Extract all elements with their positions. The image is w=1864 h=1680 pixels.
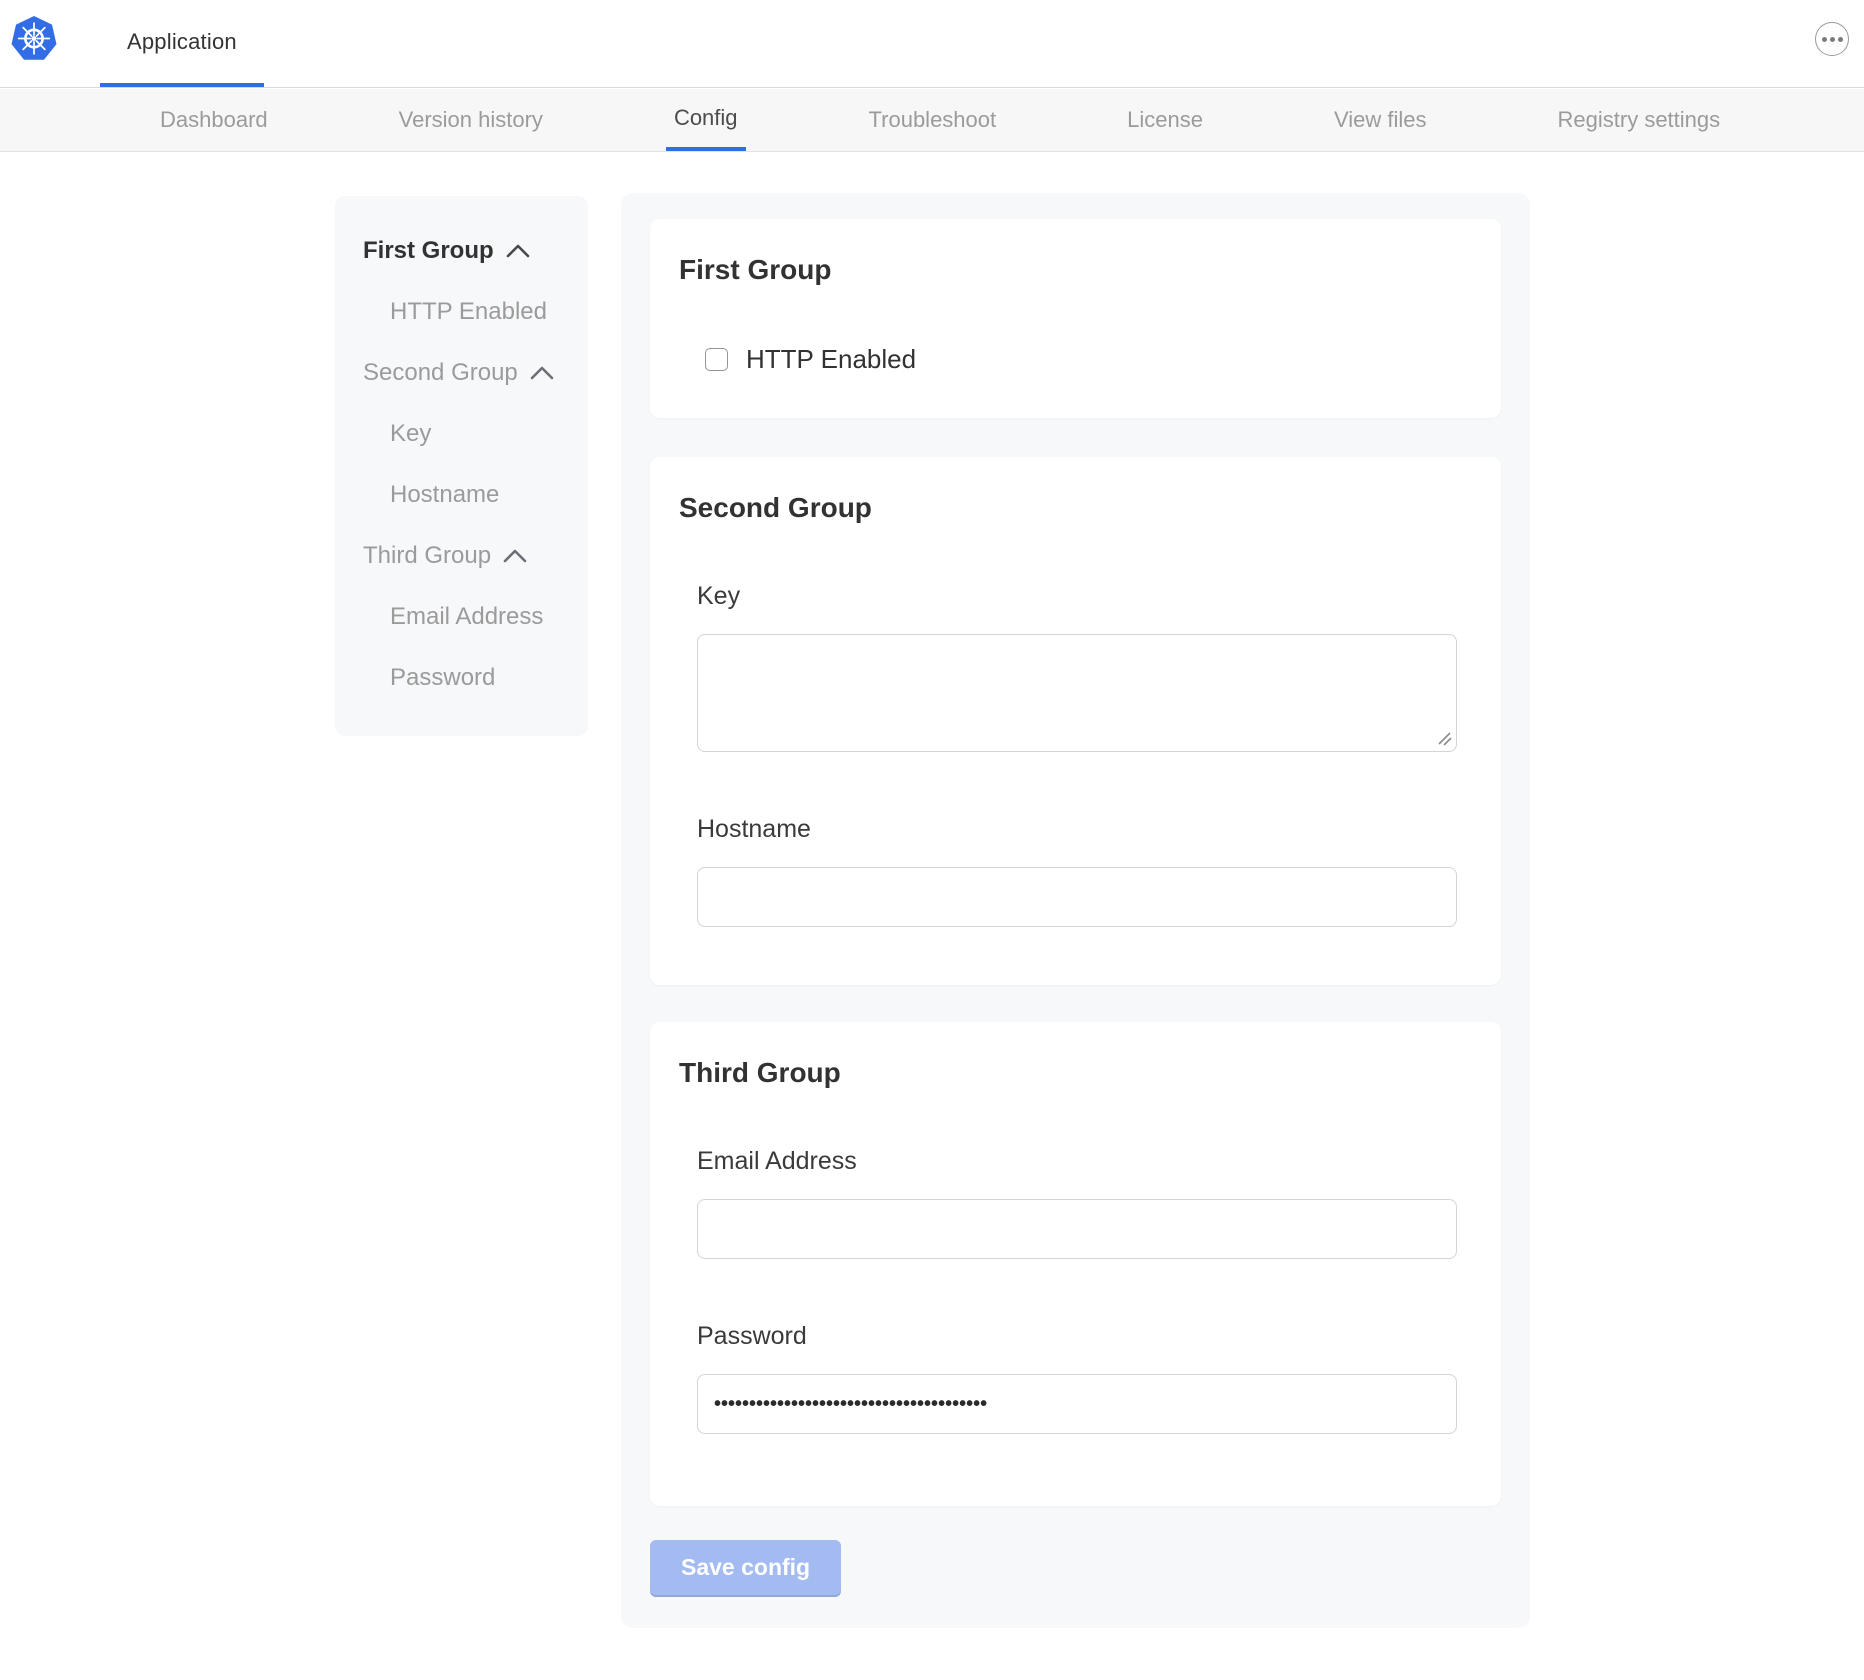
config-sidebar: First Group HTTP Enabled Second Group Ke… (335, 196, 588, 736)
save-config-button[interactable]: Save config (650, 1540, 841, 1595)
top-header: Application (0, 0, 1864, 88)
sidebar-group-first-group[interactable]: First Group (335, 220, 588, 281)
chevron-up-icon (503, 548, 527, 564)
http-enabled-checkbox[interactable] (705, 348, 728, 371)
hostname-input[interactable] (697, 867, 1457, 927)
group-title: Second Group (679, 491, 1457, 525)
hostname-label: Hostname (697, 814, 1457, 845)
checkbox-label[interactable]: HTTP Enabled (746, 344, 916, 375)
config-group-second: Second Group Key Hostname (650, 457, 1501, 985)
config-group-first: First Group HTTP Enabled (650, 219, 1501, 418)
sidebar-item-password[interactable]: Password (335, 647, 588, 708)
sidebar-item-hostname[interactable]: Hostname (335, 464, 588, 525)
tab-version-history[interactable]: Version history (391, 89, 551, 151)
tab-config[interactable]: Config (666, 89, 746, 151)
config-panel: First Group HTTP Enabled Second Group Ke… (621, 193, 1530, 1628)
email-address-input[interactable] (697, 1199, 1457, 1259)
app-subnav: Dashboard Version history Config Trouble… (0, 89, 1864, 152)
kubernetes-logo-icon (10, 15, 58, 63)
group-title: First Group (679, 253, 1457, 287)
tab-view-files[interactable]: View files (1326, 89, 1435, 151)
key-textarea[interactable] (697, 634, 1457, 752)
overflow-menu-button[interactable] (1815, 22, 1849, 56)
password-label: Password (697, 1321, 1457, 1352)
sidebar-group-label: First Group (363, 237, 494, 265)
sidebar-group-third-group[interactable]: Third Group (335, 525, 588, 586)
http-enabled-field: HTTP Enabled (705, 344, 1457, 375)
key-label: Key (697, 581, 1457, 612)
ellipsis-icon (1822, 37, 1827, 42)
config-group-third: Third Group Email Address Password (650, 1022, 1501, 1506)
sidebar-item-email-address[interactable]: Email Address (335, 586, 588, 647)
sidebar-group-label: Third Group (363, 542, 491, 570)
sidebar-group-label: Second Group (363, 359, 518, 387)
chevron-up-icon (530, 365, 554, 381)
tab-dashboard[interactable]: Dashboard (152, 89, 276, 151)
sidebar-item-key[interactable]: Key (335, 403, 588, 464)
chevron-up-icon (506, 243, 530, 259)
password-input[interactable] (697, 1374, 1457, 1434)
sidebar-group-second-group[interactable]: Second Group (335, 342, 588, 403)
app-title: Application (127, 29, 237, 55)
tab-troubleshoot[interactable]: Troubleshoot (861, 89, 1005, 151)
key-field (697, 634, 1457, 752)
app-screen: Application Dashboard Version history Co… (0, 0, 1864, 1680)
group-title: Third Group (679, 1056, 1457, 1090)
email-address-label: Email Address (697, 1146, 1457, 1177)
tab-license[interactable]: License (1119, 89, 1211, 151)
sidebar-item-http-enabled[interactable]: HTTP Enabled (335, 281, 588, 342)
app-title-tab[interactable]: Application (100, 0, 264, 87)
tab-registry-settings[interactable]: Registry settings (1550, 89, 1729, 151)
